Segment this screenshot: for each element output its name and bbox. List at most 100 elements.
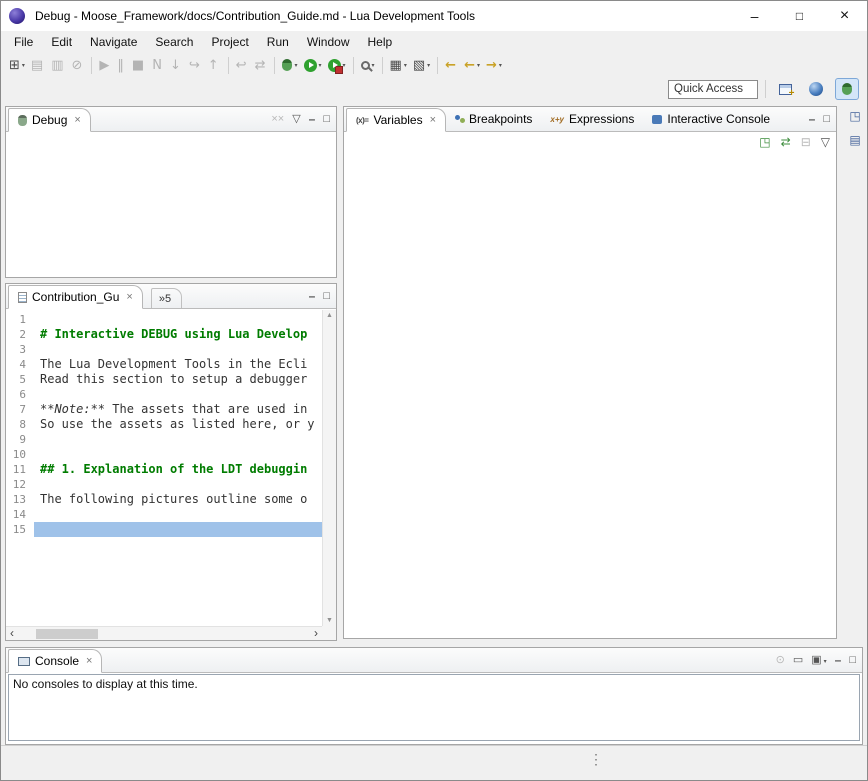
editor-line[interactable]: 12 (6, 477, 322, 492)
editor-line[interactable]: 6 (6, 387, 322, 402)
scroll-down-icon[interactable]: ▼ (323, 617, 336, 624)
minimize-panel-button[interactable]: – (809, 113, 816, 125)
editor-line[interactable]: 5 Read this section to setup a debugger (6, 372, 322, 387)
maximize-panel-button[interactable]: □ (823, 114, 830, 125)
display-selected-console-button[interactable]: ▭ (793, 655, 803, 666)
terminate-button[interactable]: ■ (129, 54, 149, 76)
scroll-left-icon[interactable]: ‹ (10, 627, 14, 640)
save-all-button[interactable]: ▥ (48, 54, 68, 76)
close-icon[interactable]: × (86, 656, 92, 667)
vertical-scrollbar[interactable]: ▲ ▼ (322, 310, 336, 626)
editor-line[interactable]: 1 (6, 312, 322, 327)
editor-line[interactable]: 4 The Lua Development Tools in the Ecli (6, 357, 322, 372)
line-content: The following pictures outline some o (34, 492, 322, 507)
editor-line[interactable]: 13 The following pictures outline some o (6, 492, 322, 507)
menu-window[interactable]: Window (298, 32, 359, 52)
close-icon[interactable]: × (74, 115, 80, 126)
minimize-panel-button[interactable]: – (309, 113, 316, 125)
toolbar-glyph: ← (445, 59, 456, 72)
search-button[interactable]: ▾ (358, 54, 378, 76)
menu-help[interactable]: Help (359, 32, 402, 52)
menu-navigate[interactable]: Navigate (81, 32, 146, 52)
editor-line[interactable]: 10 (6, 447, 322, 462)
resume-button[interactable]: ▶ (96, 54, 114, 76)
scroll-up-icon[interactable]: ▲ (323, 312, 336, 319)
show-type-names-button[interactable]: ◳ (759, 136, 770, 148)
toolbar-glyph: ■ (132, 59, 144, 72)
editor-line[interactable]: 9 (6, 432, 322, 447)
sash-handle[interactable]: ⋮ (589, 751, 603, 768)
line-number: 2 (6, 327, 34, 342)
maximize-panel-button[interactable]: □ (323, 114, 330, 125)
forward-button[interactable]: → ▾ (483, 54, 505, 76)
view-menu-button[interactable]: ▽ (292, 114, 300, 125)
close-icon[interactable]: × (430, 115, 436, 126)
ldt-perspective-button[interactable] (804, 78, 828, 100)
editor-tab-overflow[interactable]: »5 (151, 288, 182, 308)
step-return-button[interactable]: ↑ (205, 54, 224, 76)
view-menu-button[interactable]: ▽ (821, 136, 830, 148)
save-button[interactable]: ▤ (28, 54, 48, 76)
restore-view-icon[interactable]: ◳ (849, 109, 860, 123)
suspend-button[interactable]: ‖ (114, 54, 129, 76)
tab-variables[interactable]: (x)= Variables × (346, 108, 446, 132)
pin-console-button[interactable]: ⊙ (776, 655, 785, 666)
tab-interactive-console[interactable]: Interactive Console (643, 107, 779, 131)
outline-view-icon[interactable]: ▤ (849, 133, 860, 147)
minimize-panel-button[interactable]: – (309, 290, 316, 302)
tab-expressions[interactable]: x+y Expressions (541, 107, 643, 131)
code-area[interactable]: 1 2 # Interactive DEBUG using Lua Develo… (6, 312, 322, 626)
editor-line[interactable]: 15 (6, 522, 322, 537)
editor-line[interactable]: 14 (6, 507, 322, 522)
debug-perspective-button[interactable] (835, 78, 859, 100)
menu-run[interactable]: Run (258, 32, 298, 52)
use-step-filters-button[interactable]: ⇄ (252, 54, 271, 76)
close-icon[interactable]: × (126, 292, 132, 303)
maximize-panel-button[interactable]: □ (849, 655, 856, 666)
collapse-all-button[interactable]: ⊟ (801, 136, 811, 148)
toolbar-icon (282, 59, 292, 71)
tab-console[interactable]: Console × (8, 649, 102, 673)
print-button[interactable]: ⊘ (69, 54, 88, 76)
drop-to-frame-button[interactable]: ↩ (233, 54, 252, 76)
remove-terminated-button[interactable]: ×× (271, 114, 284, 125)
maximize-button[interactable]: □ (777, 1, 822, 31)
close-button[interactable]: × (822, 1, 867, 31)
editor-line[interactable]: 8 So use the assets as listed here, or y (6, 417, 322, 432)
show-logical-structure-button[interactable]: ⇄ (781, 136, 791, 148)
back-button[interactable]: ← ▾ (461, 54, 483, 76)
quick-access-input[interactable]: Quick Access (668, 80, 758, 99)
new-button[interactable]: ⊞ ▾ (6, 54, 28, 76)
disconnect-button[interactable]: N (149, 54, 167, 76)
editor-line[interactable]: 3 (6, 342, 322, 357)
debug-button[interactable]: ▾ (279, 54, 300, 76)
scroll-right-icon[interactable]: › (314, 627, 318, 640)
step-over-button[interactable]: ↪ (186, 54, 205, 76)
run-button[interactable]: ▾ (301, 54, 325, 76)
editor-line[interactable]: 7 **Note:** The assets that are used in (6, 402, 322, 417)
tab-debug[interactable]: Debug × (8, 108, 91, 132)
scrollbar-thumb[interactable] (36, 629, 98, 639)
line-content (34, 312, 322, 327)
new-file-button[interactable]: ▦ ▾ (387, 54, 410, 76)
menu-edit[interactable]: Edit (42, 32, 81, 52)
open-perspective-button[interactable] (773, 78, 797, 100)
menu-file[interactable]: File (5, 32, 42, 52)
external-tools-button[interactable]: ▾ (325, 54, 349, 76)
editor-line[interactable]: 11 ## 1. Explanation of the LDT debuggin (6, 462, 322, 477)
tab-contribution-guide[interactable]: Contribution_Gu × (8, 285, 143, 309)
tab-breakpoints[interactable]: Breakpoints (446, 107, 541, 131)
toolbar-icon (304, 59, 317, 72)
open-console-button[interactable]: ▣▾ (811, 655, 826, 666)
open-type-button[interactable]: ▧ ▾ (410, 54, 433, 76)
horizontal-scrollbar[interactable]: ‹ › (6, 626, 322, 640)
step-into-button[interactable]: ↓ (167, 54, 186, 76)
last-edit-location-button[interactable]: ← (442, 54, 461, 76)
menu-project[interactable]: Project (202, 32, 257, 52)
editor-line[interactable]: 2 # Interactive DEBUG using Lua Develop (6, 327, 322, 342)
minimize-panel-button[interactable]: – (835, 654, 842, 666)
minimize-button[interactable]: – (732, 1, 777, 31)
line-number: 10 (6, 447, 34, 462)
maximize-panel-button[interactable]: □ (323, 291, 330, 302)
menu-search[interactable]: Search (146, 32, 202, 52)
